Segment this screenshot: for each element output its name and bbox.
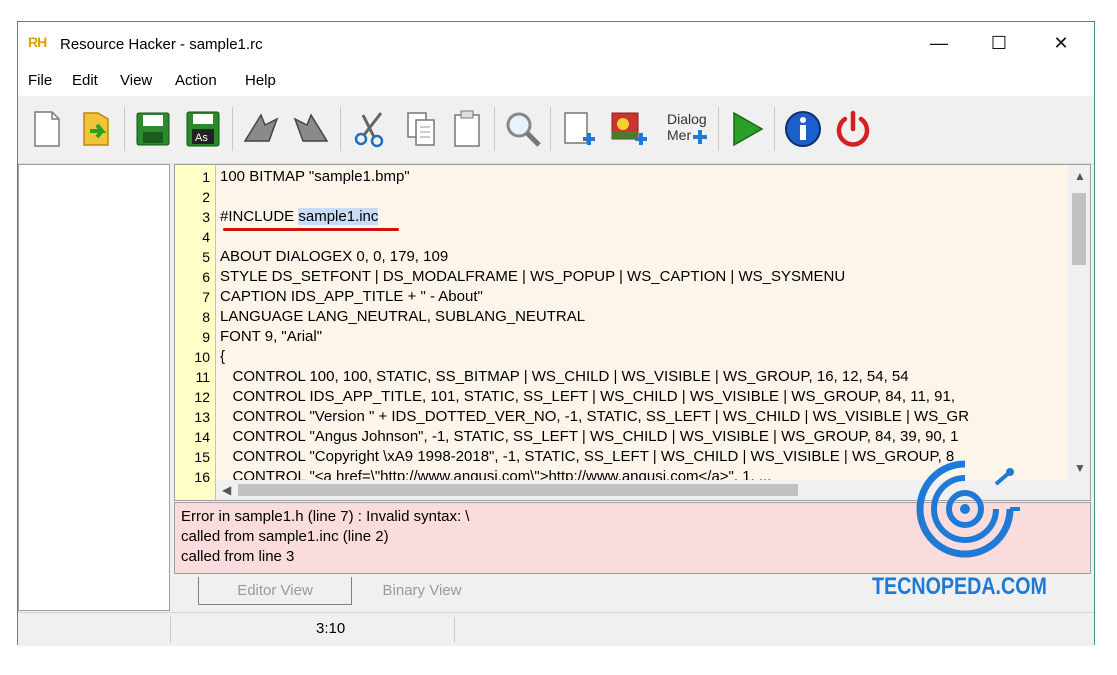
watermark-text: TECNOPEDA.COM — [872, 573, 1047, 600]
toolbar-separator — [124, 107, 125, 151]
svg-text:Mer: Mer — [667, 127, 691, 143]
line-number: 11 — [195, 369, 210, 385]
open-file-icon[interactable] — [76, 105, 118, 153]
code-line-include: #INCLUDE sample1.inc — [220, 207, 379, 227]
close-button[interactable]: ✕ — [1038, 28, 1084, 58]
line-number: 1 — [202, 169, 210, 185]
status-separator — [454, 617, 455, 643]
info-icon[interactable] — [782, 105, 824, 153]
scroll-down-icon[interactable]: ▼ — [1074, 461, 1086, 475]
line-number-gutter: 1 2 3 4 5 6 7 8 9 10 11 12 13 14 15 16 — [175, 165, 216, 500]
back-icon[interactable] — [240, 105, 282, 153]
minimize-button[interactable]: — — [916, 28, 962, 58]
error-detail: called from sample1.inc (line 2) — [181, 528, 389, 545]
vertical-scroll-thumb[interactable] — [1072, 193, 1086, 265]
menu-file[interactable]: File — [28, 72, 52, 89]
line-number: 3 — [202, 209, 210, 225]
line-number: 10 — [194, 349, 210, 365]
line-number: 8 — [202, 309, 210, 325]
toolbar-separator — [494, 107, 495, 151]
svg-text:Dialog: Dialog — [667, 111, 707, 127]
code-line: ABOUT DIALOGEX 0, 0, 179, 109 — [220, 248, 449, 265]
tecnopeda-logo-icon — [916, 460, 1020, 558]
code-line: CONTROL 100, 100, STATIC, SS_BITMAP | WS… — [220, 368, 909, 385]
line-number: 16 — [194, 469, 210, 485]
find-icon[interactable] — [502, 105, 544, 153]
toolbar-separator — [232, 107, 233, 151]
svg-text:As: As — [195, 132, 208, 144]
resource-tree[interactable] — [18, 164, 170, 611]
add-resource-icon[interactable] — [558, 105, 600, 153]
line-number: 7 — [202, 289, 210, 305]
code-line: CONTROL "Angus Johnson", -1, STATIC, SS_… — [220, 428, 959, 445]
code-line: { — [220, 348, 226, 365]
code-text-area[interactable]: 100 BITMAP "sample1.bmp" #INCLUDE sample… — [220, 165, 1065, 483]
maximize-button[interactable]: ☐ — [976, 28, 1022, 58]
paste-icon[interactable] — [446, 105, 488, 153]
status-separator — [170, 617, 171, 643]
horizontal-scroll-thumb[interactable] — [238, 484, 798, 496]
error-message: Error in sample1.h (line 7) : Invalid sy… — [181, 508, 470, 525]
code-line: CAPTION IDS_APP_TITLE + " - About" — [220, 288, 483, 305]
new-file-icon[interactable] — [26, 105, 68, 153]
menu-view[interactable]: View — [120, 72, 152, 89]
toolbar: As Dialog Mer — [18, 97, 1094, 164]
vertical-scrollbar[interactable]: ▲ ▼ — [1068, 165, 1090, 483]
copy-icon[interactable] — [400, 105, 442, 153]
menu-bar: File Edit View Action Help — [18, 66, 1094, 96]
line-number: 13 — [194, 409, 210, 425]
code-line: CONTROL IDS_APP_TITLE, 101, STATIC, SS_L… — [220, 388, 956, 405]
code-line: CONTROL "Copyright \xA9 1998-2018", -1, … — [220, 448, 955, 465]
toolbar-separator — [718, 107, 719, 151]
line-number: 15 — [194, 449, 210, 465]
code-line: LANGUAGE LANG_NEUTRAL, SUBLANG_NEUTRAL — [220, 308, 586, 325]
status-bar: 3:10 — [18, 612, 1094, 646]
include-directive: #INCLUDE — [220, 208, 299, 225]
code-editor[interactable]: 1 2 3 4 5 6 7 8 9 10 11 12 13 14 15 16 1… — [174, 164, 1091, 501]
toolbar-separator — [774, 107, 775, 151]
line-number: 4 — [202, 229, 210, 245]
cursor-position: 3:10 — [316, 620, 346, 637]
code-line: FONT 9, "Arial" — [220, 328, 323, 345]
line-number: 12 — [194, 389, 210, 405]
line-number: 9 — [202, 329, 210, 345]
menu-action[interactable]: Action — [175, 72, 217, 89]
line-number: 2 — [202, 189, 210, 205]
toolbar-separator — [340, 107, 341, 151]
error-detail: called from line 3 — [181, 548, 295, 565]
line-number: 6 — [202, 269, 210, 285]
menu-help[interactable]: Help — [245, 72, 276, 89]
line-number: 14 — [194, 429, 210, 445]
red-underline-annotation — [223, 228, 399, 231]
toolbar-separator — [550, 107, 551, 151]
compile-run-icon[interactable] — [726, 105, 768, 153]
save-icon[interactable] — [132, 105, 174, 153]
menu-edit[interactable]: Edit — [72, 72, 98, 89]
tab-binary-view[interactable]: Binary View — [356, 577, 488, 605]
dialog-menu-icon[interactable]: Dialog Mer — [660, 105, 716, 153]
selected-filename: sample1.inc — [298, 208, 379, 225]
cut-icon[interactable] — [350, 105, 392, 153]
window-title: Resource Hacker - sample1.rc — [60, 36, 263, 53]
code-line: CONTROL "Version " + IDS_DOTTED_VER_NO, … — [220, 408, 970, 425]
line-number: 5 — [202, 249, 210, 265]
tab-editor-view[interactable]: Editor View — [198, 577, 352, 605]
scroll-up-icon[interactable]: ▲ — [1074, 169, 1086, 183]
title-bar: RH Resource Hacker - sample1.rc — ☐ ✕ — [18, 22, 1094, 66]
scroll-left-icon[interactable]: ◀ — [222, 483, 231, 497]
forward-icon[interactable] — [290, 105, 332, 153]
add-image-icon[interactable] — [608, 105, 650, 153]
resource-hacker-logo-icon: RH — [28, 34, 47, 50]
save-as-icon[interactable]: As — [182, 105, 224, 153]
code-line: 100 BITMAP "sample1.bmp" — [220, 168, 410, 185]
code-line: STYLE DS_SETFONT | DS_MODALFRAME | WS_PO… — [220, 268, 846, 285]
exit-icon[interactable] — [832, 105, 874, 153]
